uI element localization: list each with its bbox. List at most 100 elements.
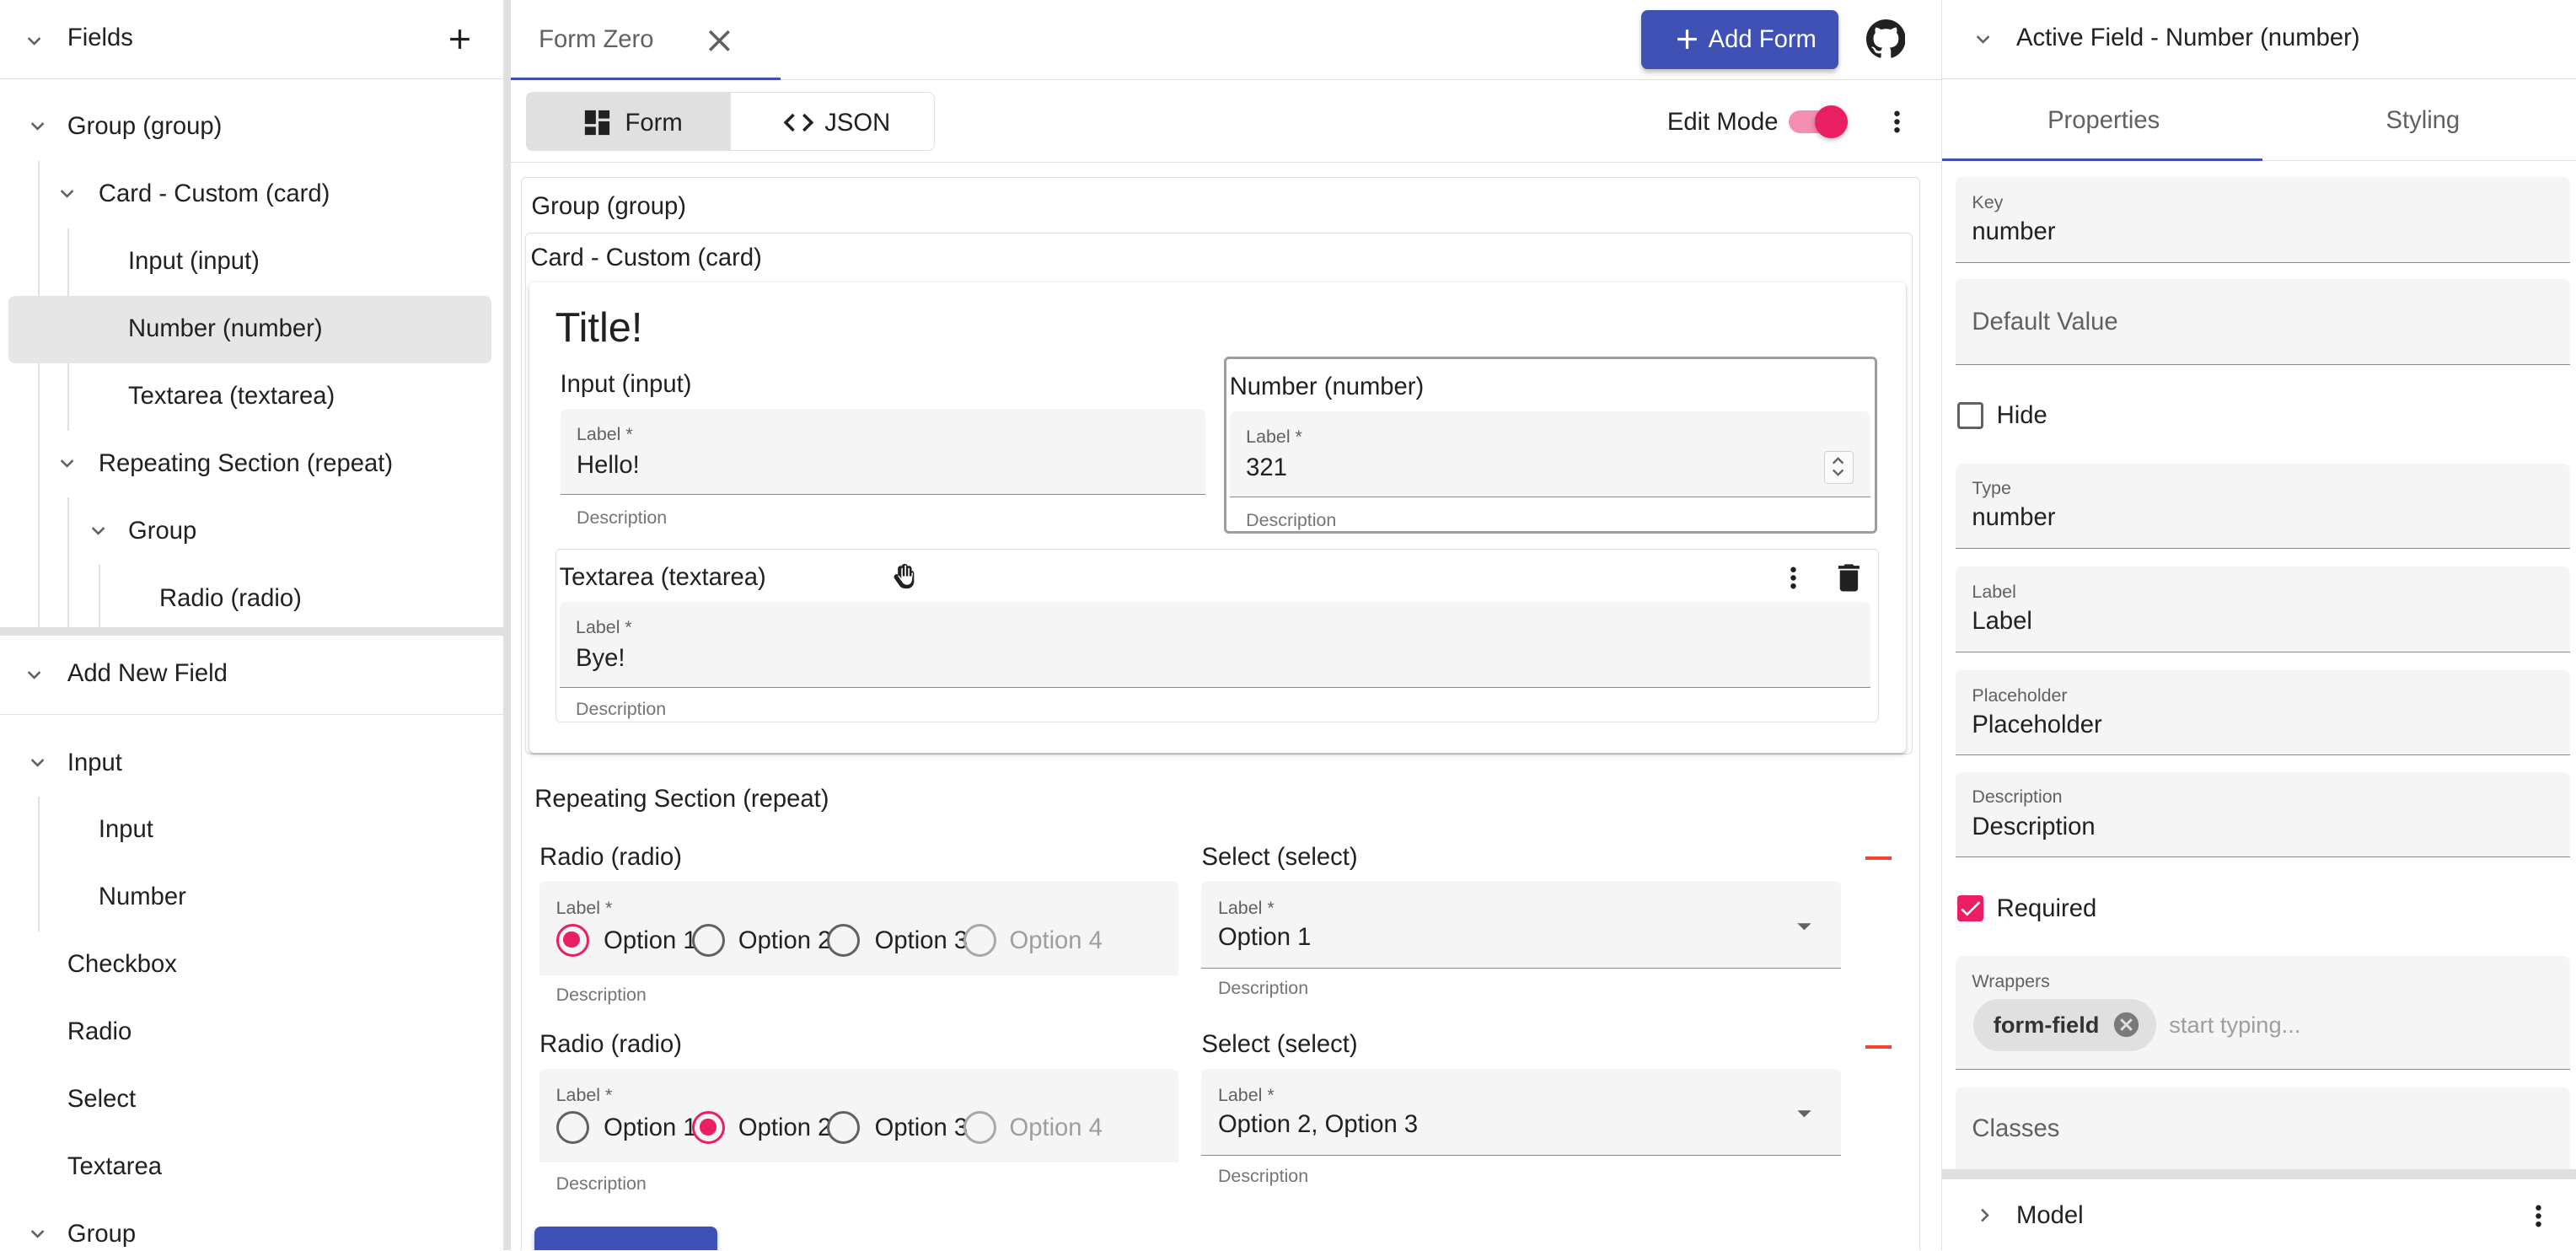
chevron-down-icon[interactable] [21,28,47,54]
group-field-label: Group (group) [531,192,686,220]
form-tab-bar: Form Zero Add Form [511,0,1942,81]
card-field[interactable]: Card - Custom (card) Title! Input (input… [524,232,1913,755]
add-form-button[interactable]: Add Form [1640,9,1838,69]
chevron-down-icon[interactable] [85,518,111,544]
label-field[interactable]: Label Label [1955,566,2570,652]
radio-field-description: Description [555,1173,647,1195]
more-vert-icon[interactable] [2522,1200,2555,1232]
add-item-label: Select [67,1086,137,1114]
tree-item-group[interactable]: Group (group) [0,94,503,161]
add-item-label: Number [98,883,186,911]
chevron-down-icon[interactable] [54,450,80,476]
drag-hand-icon[interactable] [888,560,920,593]
radio-option-1[interactable] [555,924,589,958]
tree-item-number-selected[interactable]: Number (number) [8,295,491,363]
placeholder-field[interactable]: Placeholder Placeholder [1955,670,2570,756]
close-icon[interactable] [701,23,738,59]
add-item-textarea[interactable]: Textarea [0,1134,503,1201]
remove-row-button[interactable] [1865,856,1892,861]
input-field[interactable]: Label * Hello! [560,409,1206,495]
chevron-down-icon[interactable] [1970,26,1996,52]
radio-field-description: Description [555,985,647,1006]
tree-item-card[interactable]: Card - Custom (card) [0,161,503,228]
number-field[interactable]: Label * 321 [1229,411,1870,497]
panel-splitter[interactable] [0,627,504,636]
add-field-panel-title: Add New Field [67,660,228,688]
label-field-label: Label [1972,581,2016,602]
cancel-icon[interactable] [2112,1010,2141,1039]
description-field[interactable]: Description Description [1955,771,2570,858]
add-item-select[interactable]: Select [0,1066,503,1134]
required-checkbox[interactable] [1956,895,1984,922]
add-icon[interactable] [443,23,476,56]
select-field[interactable]: Label * Option 1 [1201,881,1841,969]
edit-mode-toggle[interactable] [1789,105,1849,138]
card-field-label: Card - Custom (card) [530,244,762,272]
label-field-value: Label [1972,608,2032,635]
select-field-value: Option 1 [1217,924,1312,952]
add-item-input[interactable]: Input [0,797,503,864]
radio-option-3[interactable] [827,924,861,958]
select-field-header: Select (select) [1201,843,1358,871]
default-value-field[interactable]: Default Value [1955,279,2570,365]
card: Title! Input (input) Label * Hello! Desc… [529,282,1906,753]
add-item-radio[interactable]: Radio [0,999,503,1066]
add-form-label: Add Form [1708,26,1817,54]
number-stepper[interactable] [1824,451,1854,484]
chevron-down-icon[interactable] [24,749,51,776]
key-field[interactable]: Key number [1955,177,2570,263]
textarea-field-header: Textarea (textarea) [559,564,766,592]
tree-item-input[interactable]: Input (input) [0,228,503,296]
chevron-down-icon[interactable] [54,180,80,207]
tab-styling[interactable]: Styling [2262,79,2575,161]
chevron-down-icon[interactable] [24,1221,51,1247]
radio-field-header: Radio (radio) [539,1030,683,1058]
type-field[interactable]: Type number [1955,463,2570,549]
more-vert-icon[interactable] [1881,105,1913,138]
radio-option-2[interactable] [692,924,726,958]
tree-item-radio[interactable]: Radio (radio) [0,565,503,632]
code-icon [783,113,813,132]
radio-option-1[interactable] [555,1111,589,1145]
edit-mode-label: Edit Mode [1666,108,1779,136]
wrappers-field[interactable]: Wrappers form-field start typing... [1955,956,2570,1070]
add-item-input-group[interactable]: Input [0,729,503,797]
textarea-field[interactable]: Label * Bye! [559,602,1870,688]
number-field-active[interactable]: Number (number) Label * 321 Description [1223,356,1878,534]
github-icon[interactable] [1865,19,1906,59]
fields-panel-title: Fields [67,24,133,52]
chevron-down-icon[interactable] [21,662,47,688]
view-toggle: Form JSON [525,92,935,152]
radio-option-label: Option 2 [738,927,832,955]
radio-option-2[interactable] [692,1111,726,1145]
form-view-button[interactable]: Form [526,93,731,151]
tree-item-textarea[interactable]: Textarea (textarea) [0,363,503,431]
tab-form-zero[interactable]: Form Zero [511,0,781,81]
wrapper-chip[interactable]: form-field [1973,998,2156,1052]
add-item-group[interactable]: Group [0,1200,503,1249]
add-item-number[interactable]: Number [0,864,503,932]
select-field-value: Option 2, Option 3 [1217,1111,1419,1139]
dropdown-arrow-icon [1797,1110,1811,1118]
tab-properties[interactable]: Properties [1942,79,2263,161]
card-title: Title! [555,304,643,351]
add-item-checkbox[interactable]: Checkbox [0,932,503,999]
tree-item-repeat[interactable]: Repeating Section (repeat) [0,431,503,498]
add-section-button[interactable] [534,1226,717,1250]
radio-option-3[interactable] [827,1111,861,1145]
select-field[interactable]: Label * Option 2, Option 3 [1201,1068,1841,1156]
model-section-header[interactable]: Model [1942,1179,2575,1250]
classes-field[interactable]: Classes [1955,1087,2570,1173]
more-vert-icon[interactable] [1777,561,1810,594]
add-item-label: Input [67,749,122,776]
tree-item-inner-group[interactable]: Group [0,497,503,565]
textarea-field-wrapper[interactable]: Textarea (textarea) Label * Bye! Descrip… [555,548,1880,723]
json-view-button[interactable]: JSON [730,93,934,151]
left-splitter[interactable] [504,0,512,1250]
remove-row-button[interactable] [1865,1045,1892,1050]
delete-icon[interactable] [1831,560,1867,596]
input-field-header: Input (input) [560,371,692,399]
chevron-down-icon[interactable] [24,113,51,139]
hide-checkbox[interactable] [1956,402,1984,429]
radio-option-4 [963,924,996,958]
